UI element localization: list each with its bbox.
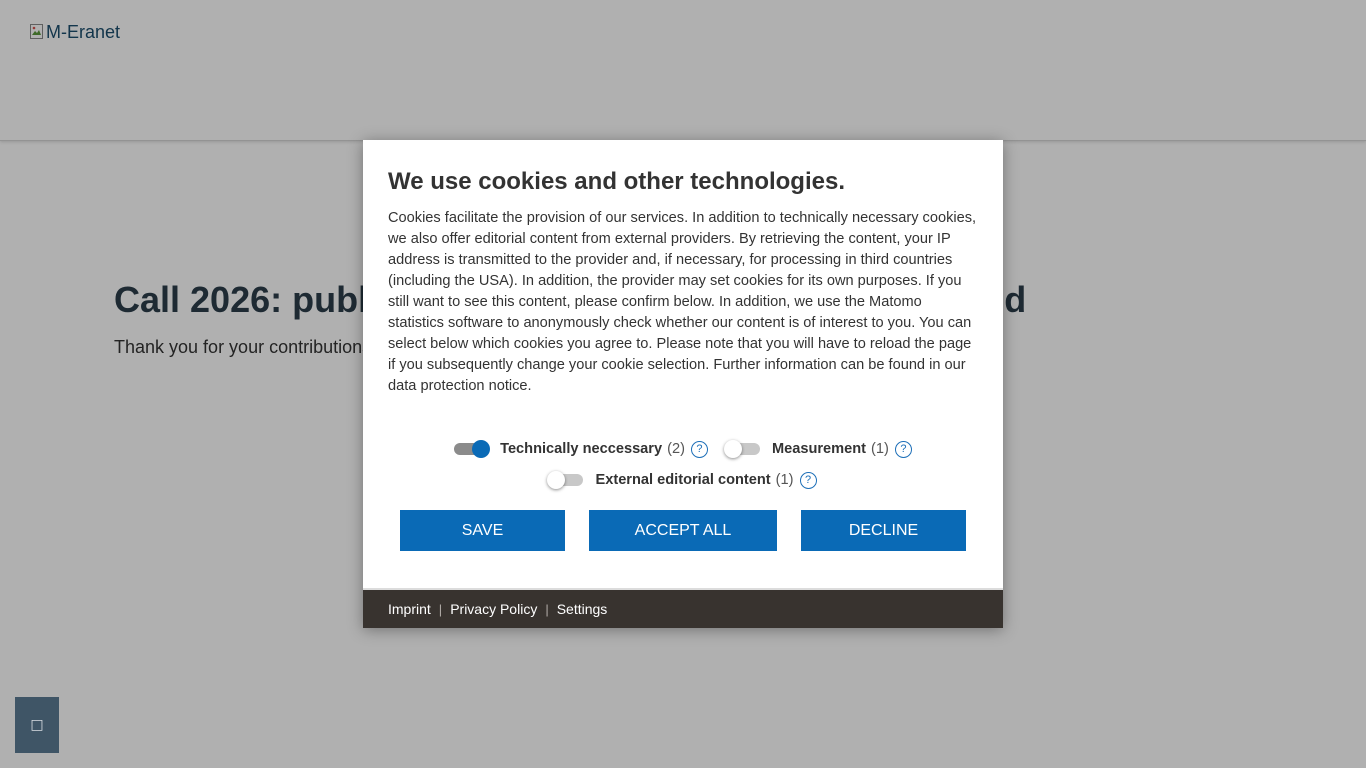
- footer-separator: |: [438, 601, 443, 617]
- toggle-label: Technically neccessary: [500, 441, 663, 457]
- cookie-dialog-footer: Imprint | Privacy Policy | Settings: [363, 588, 1003, 628]
- help-icon[interactable]: ?: [690, 440, 708, 458]
- toggle-count: (1): [871, 441, 889, 457]
- cookie-dialog-text: Cookies facilitate the provision of our …: [388, 210, 977, 394]
- footer-separator: |: [545, 601, 549, 617]
- cookie-dialog-buttons: SAVE ACCEPT ALL DECLINE: [388, 510, 978, 551]
- cookie-category-toggles: Technically neccessary (2) ? Measurement…: [388, 438, 978, 491]
- measurement-switch[interactable]: [723, 440, 760, 458]
- accept-all-button[interactable]: ACCEPT ALL: [589, 510, 777, 551]
- chat-icon: □: [30, 717, 44, 733]
- save-button[interactable]: SAVE: [400, 510, 565, 551]
- imprint-link[interactable]: Imprint: [388, 601, 431, 617]
- help-icon[interactable]: ?: [894, 440, 912, 458]
- technically-necessary-switch[interactable]: [454, 440, 491, 458]
- toggle-external-editorial[interactable]: External editorial content (1) ?: [547, 471, 817, 489]
- cookie-dialog-title: We use cookies and other technologies.: [388, 168, 845, 195]
- privacy-policy-link[interactable]: Privacy Policy: [450, 601, 537, 617]
- toggle-label: Measurement: [771, 441, 867, 457]
- toggle-count: (1): [775, 472, 794, 488]
- toggle-technically-necessary[interactable]: Technically neccessary (2) ?: [454, 440, 708, 458]
- cookie-consent-dialog: We use cookies and other technologies. C…: [363, 140, 1003, 628]
- help-icon[interactable]: ?: [799, 471, 817, 489]
- toggle-count: (2): [667, 441, 685, 457]
- toggle-label: External editorial content: [595, 472, 771, 488]
- settings-link[interactable]: Settings: [557, 601, 608, 617]
- decline-button[interactable]: DECLINE: [801, 510, 966, 551]
- external-editorial-switch[interactable]: [547, 471, 584, 489]
- chat-button[interactable]: □: [15, 697, 59, 753]
- toggle-measurement[interactable]: Measurement (1) ?: [723, 440, 912, 458]
